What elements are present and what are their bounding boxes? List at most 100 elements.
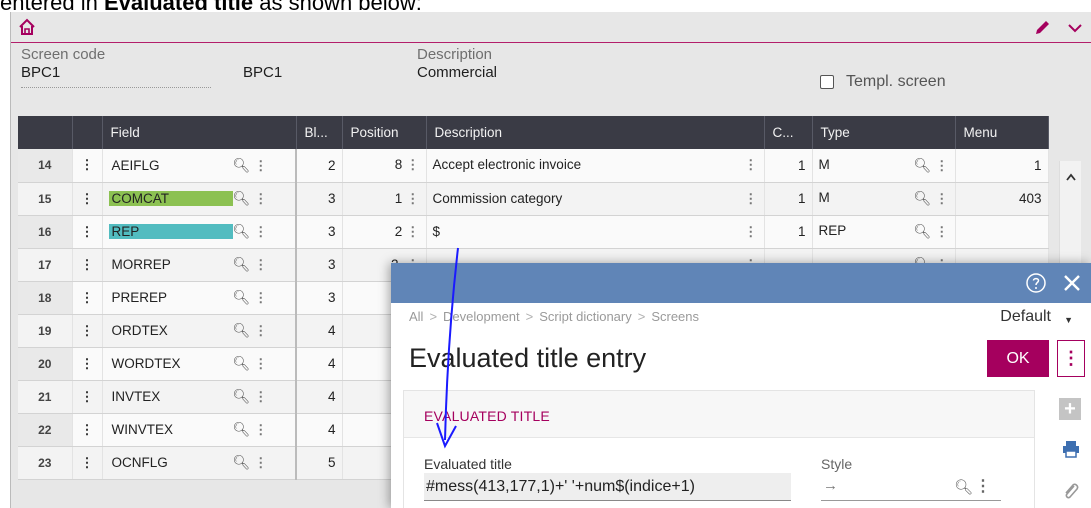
more-options-icon[interactable]: ⋮: [254, 257, 268, 272]
c-cell[interactable]: 1: [764, 182, 813, 216]
row-actions-icon[interactable]: ⋮: [72, 446, 103, 480]
more-options-icon[interactable]: ⋮: [254, 191, 268, 206]
field-cell[interactable]: OCNFLG 🔍︎ ⋮: [102, 446, 297, 480]
more-options-icon[interactable]: ⋮: [744, 157, 758, 173]
more-options-icon[interactable]: ⋮: [744, 224, 758, 240]
search-icon[interactable]: 🔍︎: [233, 355, 251, 371]
breadcrumb-all[interactable]: All: [409, 309, 423, 324]
field-cell[interactable]: INVTEX 🔍︎ ⋮: [102, 380, 297, 414]
more-options-icon[interactable]: ⋮: [254, 290, 268, 305]
column-header-type[interactable]: Type: [812, 116, 956, 149]
more-options-icon[interactable]: ⋮: [254, 224, 268, 239]
description-cell[interactable]: $ ⋮: [426, 215, 765, 249]
field-cell[interactable]: PREREP 🔍︎ ⋮: [102, 281, 297, 315]
row-actions-icon[interactable]: ⋮: [72, 215, 103, 249]
description-cell[interactable]: Commission category ⋮: [426, 182, 765, 216]
position-cell[interactable]: 8 ⋮: [342, 149, 427, 183]
add-icon[interactable]: +: [1059, 398, 1081, 420]
more-options-icon[interactable]: ⋮: [744, 191, 758, 207]
more-options-icon[interactable]: ⋮: [254, 356, 268, 371]
type-cell[interactable]: M 🔍︎ ⋮: [812, 149, 956, 183]
more-options-icon[interactable]: ⋮: [254, 422, 268, 437]
more-options-icon[interactable]: ⋮: [254, 158, 268, 173]
more-options-icon[interactable]: ⋮: [406, 157, 420, 172]
column-header-menu[interactable]: Menu: [955, 116, 1049, 149]
row-actions-icon[interactable]: ⋮: [72, 248, 103, 282]
more-options-icon[interactable]: ⋮: [254, 389, 268, 404]
block-cell[interactable]: 4: [296, 314, 343, 348]
help-icon[interactable]: [1025, 272, 1047, 294]
row-actions-icon[interactable]: ⋮: [72, 380, 103, 414]
search-icon[interactable]: 🔍︎: [233, 289, 251, 305]
table-row[interactable]: 16 ⋮ REP 🔍︎ ⋮ 3 2 ⋮ $ ⋮ 1 REP 🔍︎ ⋮: [18, 215, 1049, 249]
search-icon[interactable]: 🔍︎: [913, 223, 931, 239]
column-header-block[interactable]: Bl...: [296, 116, 343, 149]
style-field[interactable]: → 🔍︎ ⋮: [821, 473, 1001, 501]
row-actions-icon[interactable]: ⋮: [72, 347, 103, 381]
menu-cell[interactable]: 403: [955, 182, 1049, 216]
type-cell[interactable]: REP 🔍︎ ⋮: [812, 215, 956, 249]
column-header-description[interactable]: Description: [426, 116, 765, 149]
breadcrumb-screens[interactable]: Screens: [651, 309, 699, 324]
ok-button[interactable]: OK: [987, 340, 1049, 377]
row-actions-icon[interactable]: ⋮: [72, 182, 103, 216]
block-cell[interactable]: 3: [296, 182, 343, 216]
chevron-down-icon[interactable]: [1067, 21, 1083, 35]
more-options-icon[interactable]: ⋮: [935, 224, 949, 239]
search-icon[interactable]: 🔍︎: [233, 157, 251, 173]
search-icon[interactable]: 🔍︎: [913, 157, 931, 173]
more-options-icon[interactable]: ⋮: [935, 191, 949, 206]
field-cell[interactable]: WORDTEX 🔍︎ ⋮: [102, 347, 297, 381]
more-actions-button[interactable]: ⋮: [1057, 340, 1085, 377]
more-options-icon[interactable]: ⋮: [935, 158, 949, 173]
search-icon[interactable]: 🔍︎: [233, 454, 251, 470]
more-options-icon[interactable]: ⋮: [254, 455, 268, 470]
caret-down-icon[interactable]: ▼: [1064, 315, 1073, 325]
type-cell[interactable]: M 🔍︎ ⋮: [812, 182, 956, 216]
home-icon[interactable]: [17, 17, 37, 37]
block-cell[interactable]: 3: [296, 281, 343, 315]
column-header-position[interactable]: Position: [342, 116, 427, 149]
field-cell[interactable]: REP 🔍︎ ⋮: [102, 215, 297, 249]
field-cell[interactable]: MORREP 🔍︎ ⋮: [102, 248, 297, 282]
templ-screen-checkbox[interactable]: [820, 75, 834, 89]
search-icon[interactable]: 🔍︎: [233, 223, 251, 239]
more-options-icon[interactable]: ⋮: [406, 191, 420, 206]
attachment-icon[interactable]: [1061, 481, 1081, 503]
row-actions-icon[interactable]: ⋮: [72, 149, 103, 183]
row-actions-icon[interactable]: ⋮: [72, 314, 103, 348]
c-cell[interactable]: 1: [764, 149, 813, 183]
breadcrumb-script-dictionary[interactable]: Script dictionary: [539, 309, 631, 324]
field-cell[interactable]: ORDTEX 🔍︎ ⋮: [102, 314, 297, 348]
evaluated-title-input[interactable]: [424, 473, 791, 501]
search-icon[interactable]: 🔍︎: [233, 322, 251, 338]
menu-cell[interactable]: [955, 215, 1049, 249]
search-icon[interactable]: 🔍︎: [233, 421, 251, 437]
block-cell[interactable]: 4: [296, 380, 343, 414]
search-icon[interactable]: 🔍︎: [233, 388, 251, 404]
close-icon[interactable]: [1061, 272, 1083, 294]
block-cell[interactable]: 3: [296, 215, 343, 249]
table-row[interactable]: 15 ⋮ COMCAT 🔍︎ ⋮ 3 1 ⋮ Commission category ⋮ 1 M 🔍…: [18, 182, 1049, 216]
row-actions-icon[interactable]: ⋮: [72, 281, 103, 315]
block-cell[interactable]: 2: [296, 149, 343, 183]
block-cell[interactable]: 5: [296, 446, 343, 480]
position-cell[interactable]: 2 ⋮: [342, 215, 427, 249]
c-cell[interactable]: 1: [764, 215, 813, 249]
default-dropdown[interactable]: Default: [1000, 308, 1051, 326]
column-header-field[interactable]: Field: [102, 116, 297, 149]
block-cell[interactable]: 4: [296, 413, 343, 447]
table-row[interactable]: 14 ⋮ AEIFLG 🔍︎ ⋮ 2 8 ⋮ Accept electronic invoi…: [18, 149, 1049, 183]
search-icon[interactable]: 🔍︎: [233, 256, 251, 272]
description-cell[interactable]: Accept electronic invoice ⋮: [426, 149, 765, 183]
search-icon[interactable]: 🔍︎: [913, 190, 931, 206]
pencil-icon[interactable]: [1033, 19, 1051, 37]
chevron-up-icon[interactable]: [1065, 171, 1077, 183]
more-options-icon[interactable]: ⋮: [254, 323, 268, 338]
print-icon[interactable]: [1061, 439, 1081, 459]
position-cell[interactable]: 1 ⋮: [342, 182, 427, 216]
block-cell[interactable]: 3: [296, 248, 343, 282]
field-cell[interactable]: COMCAT 🔍︎ ⋮: [102, 182, 297, 216]
field-cell[interactable]: WINVTEX 🔍︎ ⋮: [102, 413, 297, 447]
more-options-icon[interactable]: ⋮: [975, 476, 991, 496]
